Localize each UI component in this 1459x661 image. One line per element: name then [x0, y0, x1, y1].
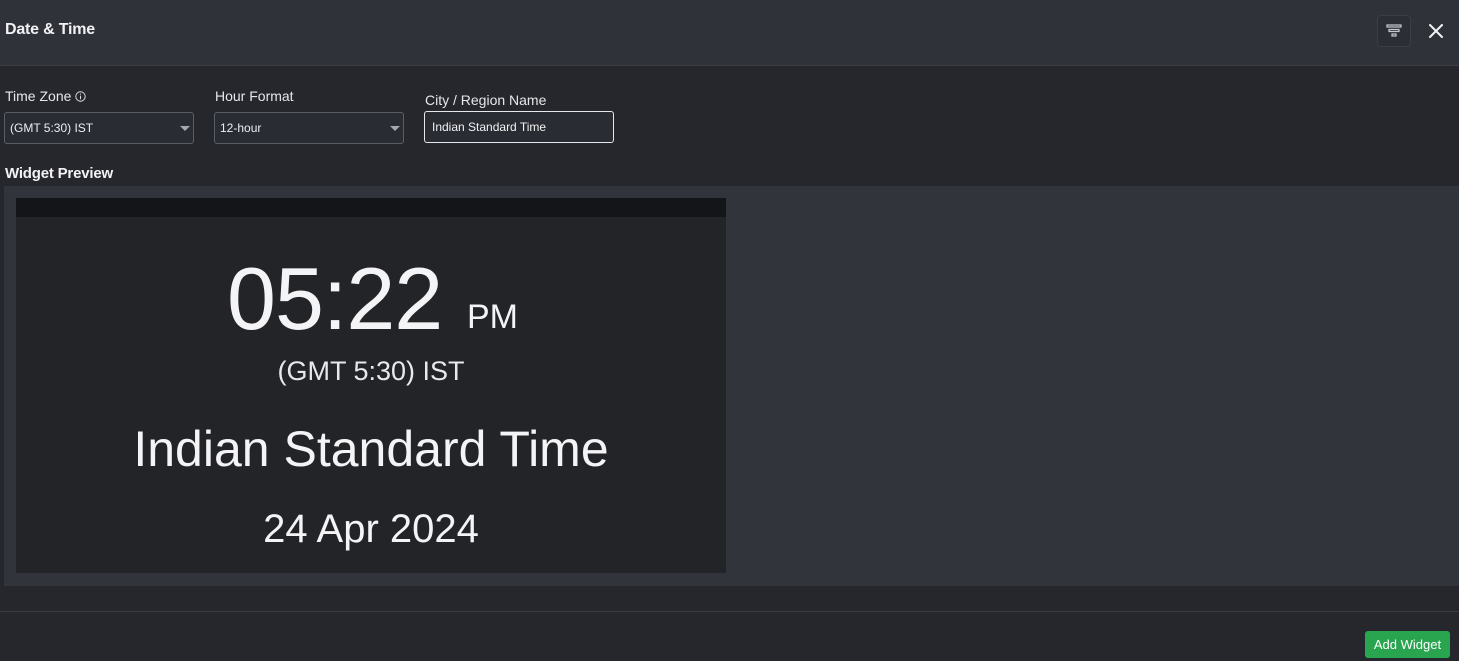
- timezone-label: Time Zone: [5, 88, 72, 104]
- add-widget-button[interactable]: Add Widget: [1365, 631, 1450, 658]
- dialog-header: Date & Time: [0, 0, 1459, 66]
- clock-city: Indian Standard Time: [133, 421, 609, 477]
- widget-topbar: [16, 198, 726, 217]
- city-input[interactable]: [424, 111, 614, 143]
- hour-format-label-group: Hour Format: [215, 88, 294, 104]
- city-label: City / Region Name: [425, 92, 547, 108]
- close-icon: [1429, 24, 1443, 38]
- chevron-down-icon: [390, 126, 400, 131]
- clock-date: 24 Apr 2024: [263, 507, 479, 551]
- hour-format-select[interactable]: 12-hour: [214, 112, 404, 144]
- widget-preview-title: Widget Preview: [5, 165, 113, 182]
- dialog-title: Date & Time: [5, 21, 95, 38]
- clock-ampm: PM: [467, 298, 518, 336]
- footer-divider: [0, 611, 1459, 612]
- info-icon[interactable]: [75, 91, 87, 102]
- timezone-select[interactable]: (GMT 5:30) IST: [4, 112, 194, 144]
- filter-icon: [1386, 24, 1402, 37]
- clock-timezone: (GMT 5:30) IST: [277, 356, 465, 386]
- filter-button[interactable]: [1377, 15, 1411, 47]
- city-label-group: City / Region Name: [425, 92, 546, 108]
- hour-format-select-value: 12-hour: [220, 121, 262, 135]
- close-button[interactable]: [1424, 19, 1448, 43]
- chevron-down-icon: [180, 126, 190, 131]
- clock-time: 05:22: [227, 249, 443, 348]
- hour-format-label: Hour Format: [215, 88, 294, 104]
- timezone-label-group: Time Zone: [5, 88, 87, 104]
- timezone-select-value: (GMT 5:30) IST: [10, 121, 94, 135]
